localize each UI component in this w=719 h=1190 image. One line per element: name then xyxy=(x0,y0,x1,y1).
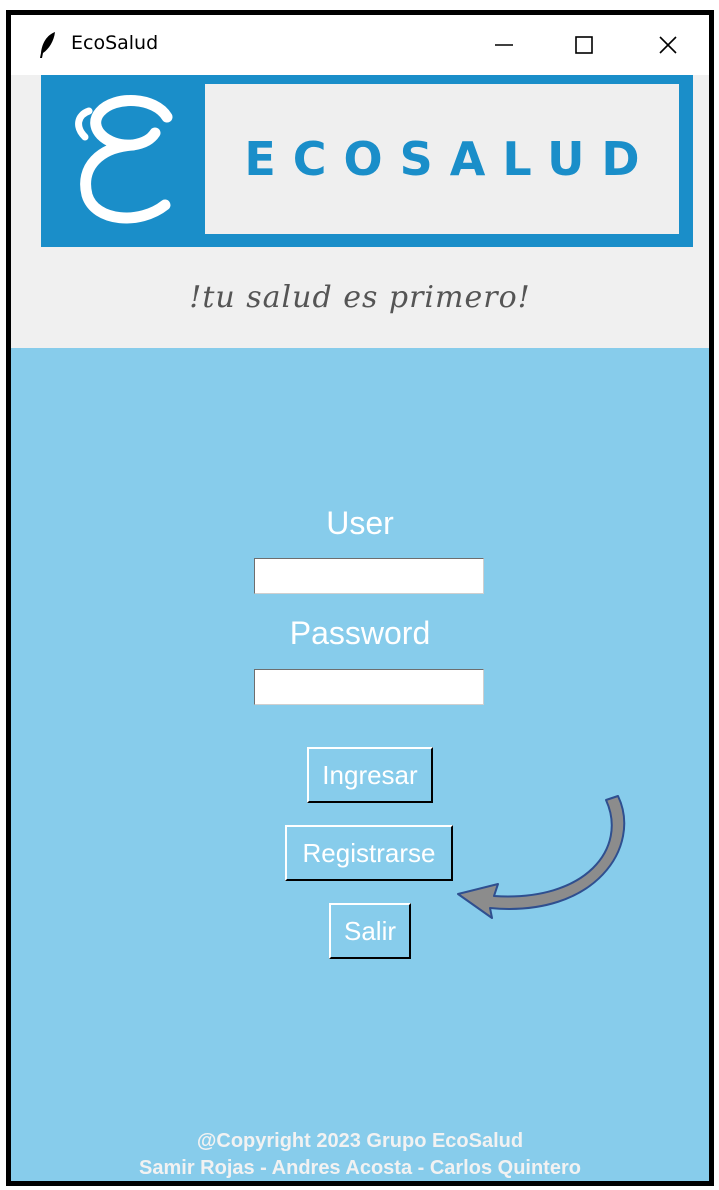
logo: ECOSALUD xyxy=(41,75,693,247)
logo-text-panel: ECOSALUD xyxy=(205,84,679,234)
close-button[interactable] xyxy=(628,15,708,75)
logo-e-icon xyxy=(75,95,173,224)
title-bar: EcoSalud xyxy=(11,15,709,75)
maximize-button[interactable] xyxy=(544,15,624,75)
password-input[interactable] xyxy=(254,669,484,705)
curved-arrow-icon xyxy=(457,795,626,919)
password-label: Password xyxy=(289,615,431,651)
minimize-button[interactable] xyxy=(464,15,544,75)
app-window: EcoSalud ECOSALUD !tu salud es primero! … xyxy=(6,10,714,1186)
register-button[interactable]: Registrarse xyxy=(285,825,453,881)
minimize-icon xyxy=(495,44,513,46)
user-label: User xyxy=(326,505,394,541)
feather-icon xyxy=(37,31,59,59)
exit-button[interactable]: Salir xyxy=(329,903,411,959)
login-button[interactable]: Ingresar xyxy=(307,747,433,803)
authors-text: Samir Rojas - Andres Acosta - Carlos Qui… xyxy=(139,1157,581,1179)
user-input[interactable] xyxy=(254,558,484,594)
close-icon xyxy=(659,36,677,54)
maximize-icon xyxy=(575,36,593,54)
copyright-text: @Copyright 2023 Grupo EcoSalud xyxy=(196,1130,524,1152)
window-title: EcoSalud xyxy=(71,32,159,54)
slogan: !tu salud es primero! xyxy=(189,280,531,315)
logo-text: ECOSALUD xyxy=(244,132,657,186)
header-banner: ECOSALUD !tu salud es primero! xyxy=(11,75,709,348)
